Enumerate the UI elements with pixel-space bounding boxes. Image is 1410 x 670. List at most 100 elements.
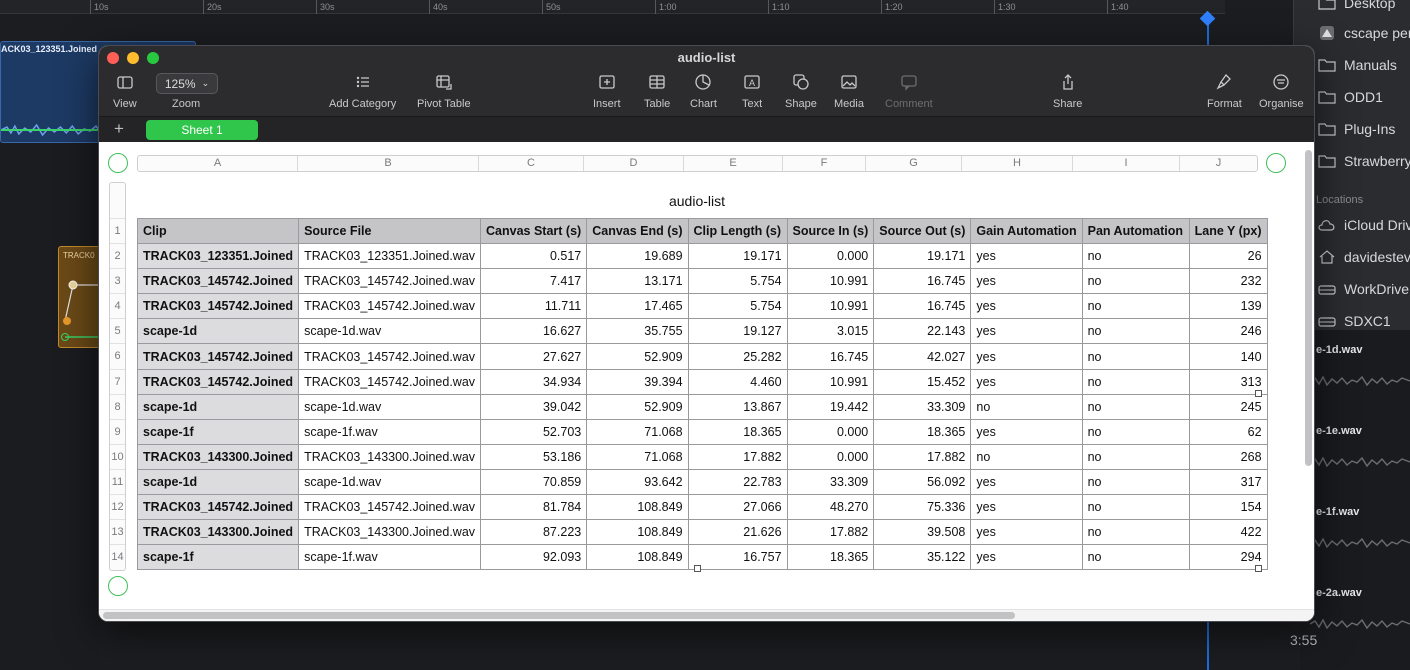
table-cell[interactable]: 19.171 — [687, 243, 788, 270]
table-cell[interactable]: 26 — [1188, 243, 1268, 270]
header-cell[interactable]: Clip — [136, 217, 300, 245]
table-cell[interactable]: 18.365 — [687, 418, 788, 445]
table-cell[interactable]: 93.642 — [586, 468, 689, 496]
table-cell[interactable]: no — [1081, 268, 1190, 295]
table-cell[interactable]: 52.909 — [586, 393, 689, 420]
table-cell[interactable]: 108.849 — [586, 519, 689, 546]
table-cell[interactable]: TRACK03_123351.Joined.wav — [298, 243, 482, 270]
column-header-c[interactable]: C — [479, 156, 584, 171]
finder-item[interactable]: Desktop — [1294, 0, 1410, 14]
add-row-control[interactable] — [108, 576, 128, 596]
table-cell[interactable]: 19.689 — [586, 243, 689, 270]
table-cell[interactable]: 245 — [1188, 393, 1268, 420]
table-cell[interactable]: 39.394 — [586, 368, 689, 395]
table-cell[interactable]: scape-1d.wav — [298, 393, 482, 420]
table-cell[interactable]: yes — [970, 468, 1083, 496]
organise-button[interactable]: Organise — [1259, 72, 1304, 110]
table-cell[interactable]: 108.849 — [586, 494, 689, 521]
shape-button[interactable]: Shape — [785, 72, 817, 110]
row-header-3[interactable]: 3 — [110, 269, 125, 295]
table-cell[interactable]: yes — [970, 343, 1083, 370]
table-cell[interactable]: 5.754 — [687, 293, 788, 320]
table-cell[interactable]: TRACK03_145742.Joined — [136, 494, 300, 521]
resize-handle-right[interactable] — [1255, 390, 1262, 397]
table-cell[interactable]: no — [1081, 318, 1190, 345]
table-cell[interactable]: no — [1081, 468, 1190, 496]
table-cell[interactable]: 17.465 — [586, 293, 689, 320]
header-cell[interactable]: Pan Automation — [1081, 217, 1190, 245]
row-header-9[interactable]: 9 — [110, 420, 125, 445]
row-header-12[interactable]: 12 — [110, 495, 125, 521]
table-cell[interactable]: TRACK03_145742.Joined — [136, 368, 300, 395]
table-cell[interactable]: 13.171 — [586, 268, 689, 295]
table-cell[interactable]: 16.757 — [687, 544, 788, 571]
table-cell[interactable]: 25.282 — [687, 343, 788, 370]
table-cell[interactable]: no — [1081, 519, 1190, 546]
table-cell[interactable]: no — [1081, 418, 1190, 445]
table-cell[interactable]: no — [1081, 343, 1190, 370]
row-header-1[interactable]: 1 — [110, 219, 125, 245]
table-cell[interactable]: scape-1f — [136, 418, 300, 445]
table-cell[interactable]: 27.066 — [687, 494, 788, 521]
row-header-4[interactable]: 4 — [110, 294, 125, 320]
add-column-control[interactable] — [1266, 153, 1286, 173]
table-cell[interactable]: scape-1f.wav — [298, 418, 482, 445]
column-header-b[interactable]: B — [298, 156, 479, 171]
table-cell[interactable]: 108.849 — [586, 544, 689, 571]
table-cell[interactable]: no — [970, 393, 1083, 420]
table-cell[interactable]: 92.093 — [480, 544, 588, 571]
table-cell[interactable]: 19.171 — [873, 243, 972, 270]
header-cell[interactable]: Lane Y (px) — [1188, 217, 1268, 245]
table-cell[interactable]: yes — [970, 243, 1083, 270]
table-cell[interactable]: yes — [970, 293, 1083, 320]
table-cell[interactable]: 34.934 — [480, 368, 588, 395]
row-header-7[interactable]: 7 — [110, 370, 125, 395]
row-header-14[interactable]: 14 — [110, 545, 125, 570]
format-button[interactable]: Format — [1207, 72, 1242, 110]
table-cell[interactable]: 16.745 — [786, 343, 875, 370]
table-cell[interactable]: no — [1081, 443, 1190, 470]
zoom-select[interactable]: 125% ⌄ — [156, 73, 218, 94]
table-cell[interactable]: 154 — [1188, 494, 1268, 521]
table-cell[interactable]: 16.745 — [873, 293, 972, 320]
table-cell[interactable]: scape-1d — [136, 318, 300, 345]
table-cell[interactable]: 18.365 — [786, 544, 875, 571]
view-button[interactable]: View — [113, 72, 137, 110]
row-header-5[interactable]: 5 — [110, 319, 125, 345]
table-cell[interactable]: 10.991 — [786, 293, 875, 320]
table-cell[interactable]: 35.122 — [873, 544, 972, 571]
table-cell[interactable]: scape-1f — [136, 544, 300, 571]
table-cell[interactable]: 22.783 — [687, 468, 788, 496]
column-header-i[interactable]: I — [1073, 156, 1180, 171]
table-cell[interactable]: TRACK03_123351.Joined — [136, 243, 300, 270]
vertical-scrollbar[interactable] — [1305, 150, 1312, 466]
table-cell[interactable]: 21.626 — [687, 519, 788, 546]
table-cell[interactable]: 33.309 — [786, 468, 875, 496]
table-cell[interactable]: 0.000 — [786, 243, 875, 270]
table-cell[interactable]: 268 — [1188, 443, 1268, 470]
table-cell[interactable]: scape-1d.wav — [298, 318, 482, 345]
table-cell[interactable]: yes — [970, 268, 1083, 295]
share-button[interactable]: Share — [1053, 72, 1082, 110]
table-cell[interactable]: TRACK03_145742.Joined.wav — [298, 368, 482, 395]
data-table[interactable]: Clip Source File Canvas Start (s) Canvas En… — [136, 217, 1268, 571]
column-header-bar[interactable]: ABCDEFGHIJ — [137, 155, 1258, 172]
row-header-13[interactable]: 13 — [110, 520, 125, 546]
table-cell[interactable]: 5.754 — [687, 268, 788, 295]
table-cell[interactable]: 17.882 — [687, 443, 788, 470]
table-cell[interactable]: 0.517 — [480, 243, 588, 270]
table-cell[interactable]: 140 — [1188, 343, 1268, 370]
row-header-6[interactable]: 6 — [110, 344, 125, 370]
table-cell[interactable]: scape-1f.wav — [298, 544, 482, 571]
table-cell[interactable]: 4.460 — [687, 368, 788, 395]
table-cell[interactable]: 81.784 — [480, 494, 588, 521]
table-cell[interactable]: 22.143 — [873, 318, 972, 345]
column-header-a[interactable]: A — [138, 156, 298, 171]
table-cell[interactable]: 3.015 — [786, 318, 875, 345]
table-cell[interactable]: 56.092 — [873, 468, 972, 496]
header-cell[interactable]: Source File — [298, 217, 482, 245]
table-cell[interactable]: TRACK03_145742.Joined.wav — [298, 268, 482, 295]
column-header-h[interactable]: H — [962, 156, 1073, 171]
table-cell[interactable]: no — [970, 443, 1083, 470]
row-header-2[interactable]: 2 — [110, 244, 125, 270]
